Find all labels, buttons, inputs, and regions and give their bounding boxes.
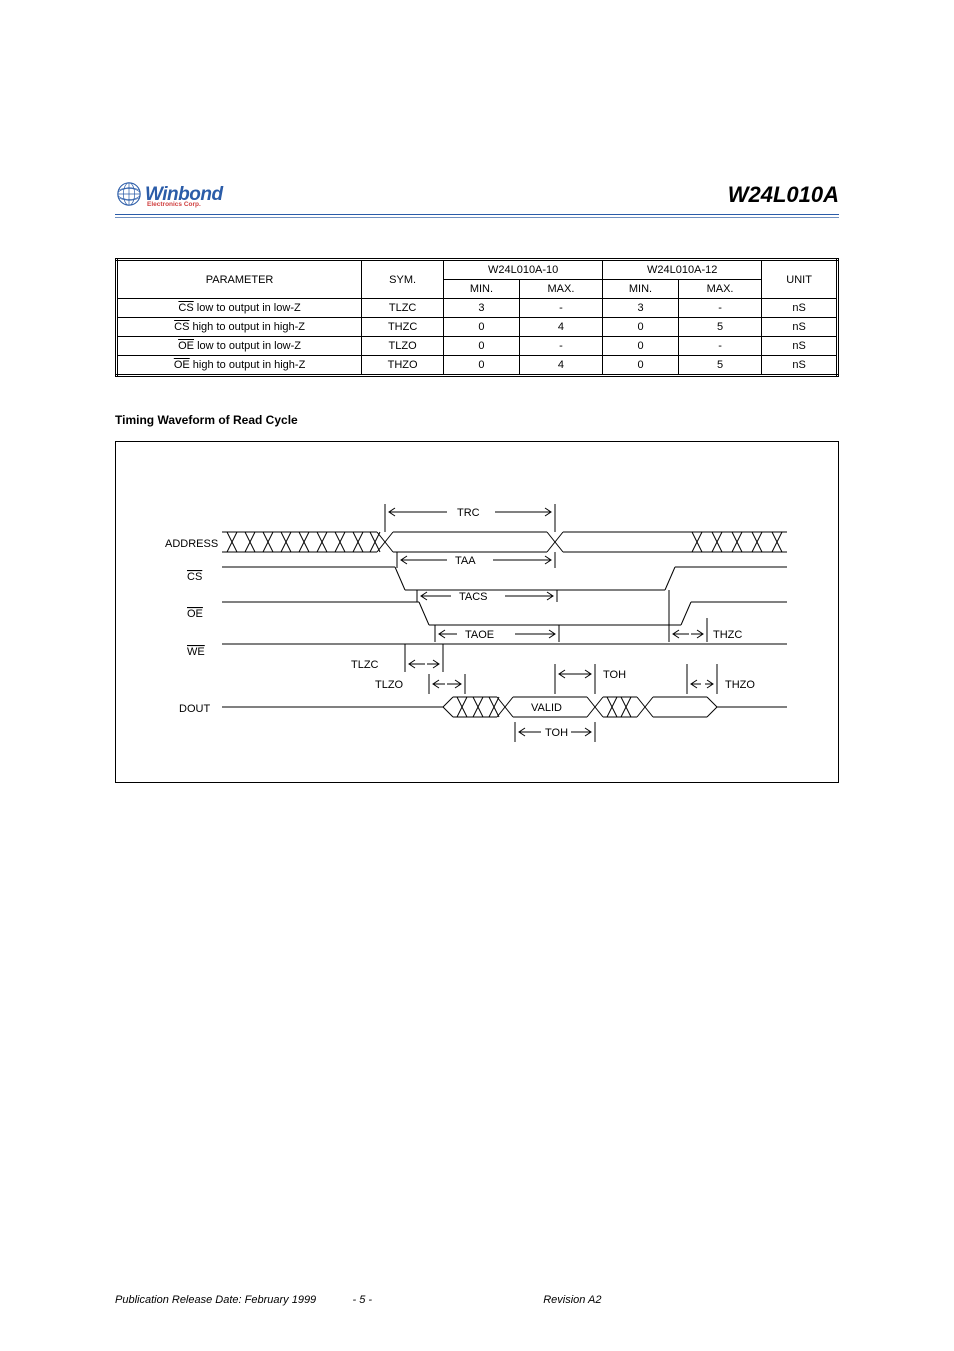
th-p10: W24L010A-10 [444,260,603,280]
table-row: OE low to output in low-Z TLZO 0 - 0 - n… [117,337,838,356]
dout-waveform [222,697,787,717]
table-header-row: PARAMETER SYM. W24L010A-10 W24L010A-12 U… [117,260,838,280]
signal-label-dout: DOUT [179,703,210,715]
tlzo-dim [429,674,465,694]
cell-max: 4 [519,318,602,337]
tlzc-label: TLZC [351,659,379,671]
toh-label2: TOH [545,727,568,739]
cell-sym: TLZC [362,299,444,318]
thzc-label: THZC [713,629,742,641]
trc-label: TRC [457,507,480,519]
globe-icon [115,180,143,208]
table-row: CS high to output in high-Z THZC 0 4 0 5… [117,318,838,337]
cell-max: 5 [678,318,761,337]
cell-max: - [678,337,761,356]
taoe-label: TAOE [465,629,494,641]
signal-label-cs: CS [187,571,202,583]
th-sym: SYM. [362,260,444,299]
th-max: MAX. [519,280,602,299]
th-parameter: PARAMETER [117,260,362,299]
cell-sym: THZO [362,356,444,376]
tacs-label: TACS [459,591,488,603]
cell-min: 0 [444,318,520,337]
valid-label: VALID [531,702,562,714]
address-waveform [222,532,787,552]
tlzc-dim [405,644,443,672]
cell-label: CS low to output in low-Z [117,299,362,318]
parameter-table: PARAMETER SYM. W24L010A-10 W24L010A-12 U… [115,258,839,377]
section-title: Timing Waveform of Read Cycle [115,413,839,427]
cell-min: 0 [444,337,520,356]
table-row: OE high to output in high-Z THZO 0 4 0 5… [117,356,838,376]
cell-min: 3 [444,299,520,318]
part-number: W24L010A [115,182,839,208]
cell-sym: TLZO [362,337,444,356]
cell-unit: nS [762,318,838,337]
cell-unit: nS [762,356,838,376]
cell-min: 3 [603,299,679,318]
signal-label-we: WE [187,646,205,658]
cs-waveform [222,567,787,590]
cell-min: 0 [444,356,520,376]
taa-label: TAA [455,555,476,567]
cell-label: CS high to output in high-Z [117,318,362,337]
logo-subtext: Electronics Corp. [145,202,223,209]
cell-label: OE low to output in low-Z [117,337,362,356]
timing-diagram: ADDRESS [115,441,839,783]
header-rule [115,214,839,215]
cell-sym: THZC [362,318,444,337]
footer-page: - 5 - Revision A2 [0,1294,954,1306]
thzo-dim [687,664,717,694]
th-p12: W24L010A-12 [603,260,762,280]
cell-max: - [519,299,602,318]
signal-label-oe: OE [187,608,203,620]
thzc-dim [669,590,707,642]
taa-dim [397,552,555,568]
cell-max: - [678,299,761,318]
th-min: MIN. [603,280,679,299]
th-min: MIN. [444,280,520,299]
cell-max: 4 [519,356,602,376]
cell-unit: nS [762,337,838,356]
toh-label: TOH [603,669,626,681]
cell-max: - [519,337,602,356]
th-max: MAX. [678,280,761,299]
cell-min: 0 [603,356,679,376]
oe-waveform [222,602,787,625]
header-block: Winbond Electronics Corp. W24L010A [115,180,839,218]
thzo-label: THZO [725,679,755,691]
signal-label-address: ADDRESS [165,538,218,550]
cell-label: OE high to output in high-Z [117,356,362,376]
cell-unit: nS [762,299,838,318]
table-row: CS low to output in low-Z TLZC 3 - 3 - n… [117,299,838,318]
tlzo-label: TLZO [375,679,404,691]
cell-max: 5 [678,356,761,376]
th-unit: UNIT [762,260,838,299]
taoe-dim [435,625,559,642]
cell-min: 0 [603,337,679,356]
cell-min: 0 [603,318,679,337]
